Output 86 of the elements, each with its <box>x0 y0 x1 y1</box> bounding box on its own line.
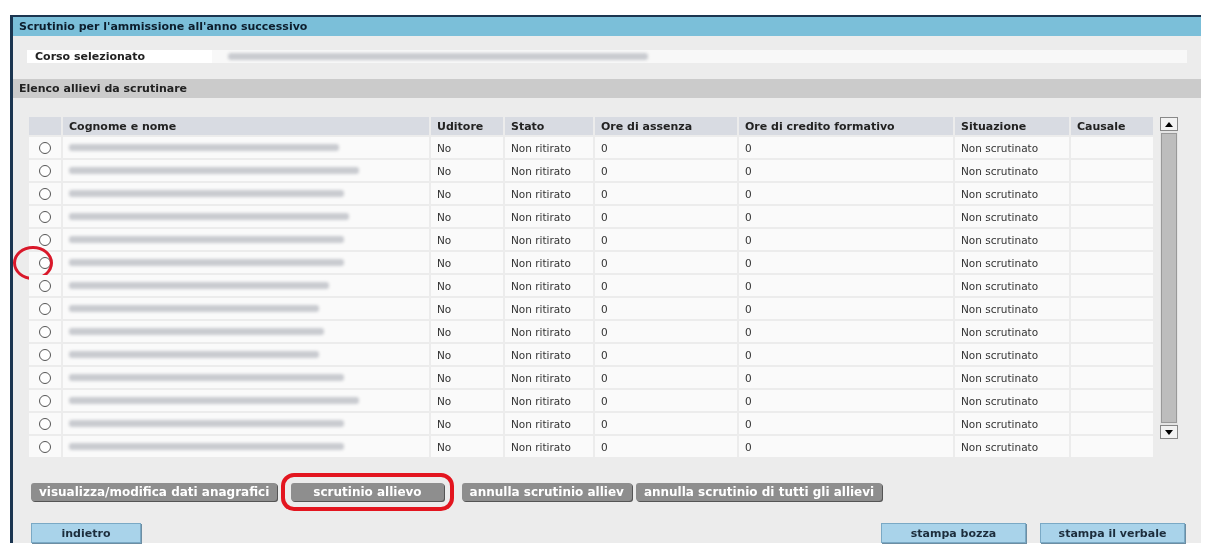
table-cell: Non ritirato <box>505 252 593 273</box>
table-cell: No <box>431 413 503 434</box>
table-cell: Non ritirato <box>505 206 593 227</box>
table-cell: 0 <box>739 298 953 319</box>
table-cell: Non ritirato <box>505 413 593 434</box>
window-title: Scrutinio per l'ammissione all'anno successivo <box>13 17 1201 36</box>
section-title: Elenco allievi da scrutinare <box>13 79 1201 98</box>
table-cell: No <box>431 183 503 204</box>
table-cell: 0 <box>595 160 737 181</box>
table-cell: 0 <box>595 206 737 227</box>
footer-button[interactable]: indietro <box>31 523 141 543</box>
table-cell: 0 <box>595 436 737 457</box>
table-cell: Non ritirato <box>505 229 593 250</box>
table-cell: Non scrutinato <box>955 275 1069 296</box>
table-cell: No <box>431 252 503 273</box>
table-cell: Non ritirato <box>505 390 593 411</box>
table-cell: No <box>431 321 503 342</box>
table-cell: Non scrutinato <box>955 390 1069 411</box>
table-cell: 0 <box>595 321 737 342</box>
table-cell: Non ritirato <box>505 183 593 204</box>
table-cell: Non scrutinato <box>955 206 1069 227</box>
table-cell: 0 <box>739 160 953 181</box>
table-cell: No <box>431 229 503 250</box>
table-cell: No <box>431 436 503 457</box>
table-cell: No <box>431 160 503 181</box>
table-cell: Non ritirato <box>505 344 593 365</box>
column-header: Stato <box>505 117 593 135</box>
table-cell: Non ritirato <box>505 160 593 181</box>
table-cell: Non scrutinato <box>955 183 1069 204</box>
column-header: Causale <box>1071 117 1153 135</box>
table-cell: 0 <box>739 183 953 204</box>
table-cell: Non scrutinato <box>955 298 1069 319</box>
table-cell: 0 <box>739 390 953 411</box>
table-cell: 0 <box>595 390 737 411</box>
table-cell: 0 <box>595 344 737 365</box>
table-cell: 0 <box>739 206 953 227</box>
action-button[interactable]: visualizza/modifica dati anagrafici <box>31 483 278 501</box>
table-cell: Non scrutinato <box>955 252 1069 273</box>
column-header: Ore di credito formativo <box>739 117 953 135</box>
table-cell: Non ritirato <box>505 436 593 457</box>
table-cell: No <box>431 344 503 365</box>
table-cell: Non scrutinato <box>955 321 1069 342</box>
table-cell: 0 <box>739 344 953 365</box>
table-cell: 0 <box>595 298 737 319</box>
table-cell: Non scrutinato <box>955 137 1069 158</box>
table-cell: Non scrutinato <box>955 367 1069 388</box>
column-header: Ore di assenza <box>595 117 737 135</box>
table-cell: 0 <box>595 252 737 273</box>
table-cell: No <box>431 298 503 319</box>
table-cell: No <box>431 367 503 388</box>
table-cell: Non ritirato <box>505 137 593 158</box>
table-cell: 0 <box>739 436 953 457</box>
table-cell: No <box>431 206 503 227</box>
table-cell: 0 <box>739 229 953 250</box>
table-cell: 0 <box>595 275 737 296</box>
table-cell: Non ritirato <box>505 321 593 342</box>
table-cell: 0 <box>739 413 953 434</box>
table-cell: Non scrutinato <box>955 229 1069 250</box>
column-header: Cognome e nome <box>63 117 429 135</box>
table-cell: Non ritirato <box>505 367 593 388</box>
footer-button[interactable]: stampa bozza <box>881 523 1026 543</box>
table-cell: Non ritirato <box>505 298 593 319</box>
table-cell: 0 <box>595 183 737 204</box>
column-header: Situazione <box>955 117 1069 135</box>
table-cell: 0 <box>595 229 737 250</box>
table-cell: No <box>431 390 503 411</box>
table-cell: No <box>431 275 503 296</box>
table-cell: No <box>431 137 503 158</box>
table-cell: 0 <box>595 137 737 158</box>
table-cell: 0 <box>739 252 953 273</box>
course-label: Corso selezionato <box>27 50 212 63</box>
table-cell: Non scrutinato <box>955 160 1069 181</box>
column-header: Uditore <box>431 117 503 135</box>
action-button[interactable]: annulla scrutinio alliev <box>461 483 632 501</box>
table-cell: Non scrutinato <box>955 344 1069 365</box>
table-cell: 0 <box>739 137 953 158</box>
table-cell: Non scrutinato <box>955 413 1069 434</box>
table-cell: 0 <box>739 367 953 388</box>
footer-button[interactable]: stampa il verbale <box>1040 523 1185 543</box>
action-button[interactable]: annulla scrutinio di tutti gli allievi <box>635 483 883 501</box>
table-cell: 0 <box>595 413 737 434</box>
table-cell: Non ritirato <box>505 275 593 296</box>
table-cell: 0 <box>739 321 953 342</box>
table-cell: 0 <box>595 367 737 388</box>
table-cell: 0 <box>739 275 953 296</box>
table-cell: Non scrutinato <box>955 436 1069 457</box>
